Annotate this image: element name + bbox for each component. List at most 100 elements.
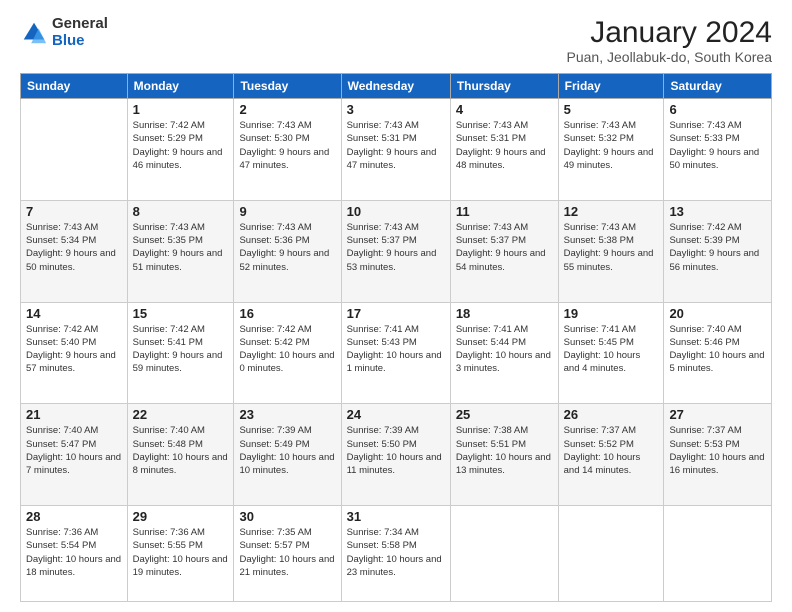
day-number: 25	[456, 407, 553, 422]
day-info: Sunrise: 7:41 AM Sunset: 5:45 PM Dayligh…	[564, 323, 659, 376]
logo: General Blue	[20, 16, 108, 49]
day-number: 15	[133, 306, 229, 321]
day-number: 22	[133, 407, 229, 422]
table-row: 21Sunrise: 7:40 AM Sunset: 5:47 PM Dayli…	[21, 404, 128, 506]
calendar: Sunday Monday Tuesday Wednesday Thursday…	[20, 73, 772, 602]
day-info: Sunrise: 7:43 AM Sunset: 5:33 PM Dayligh…	[669, 119, 766, 172]
day-info: Sunrise: 7:43 AM Sunset: 5:38 PM Dayligh…	[564, 221, 659, 274]
day-info: Sunrise: 7:43 AM Sunset: 5:31 PM Dayligh…	[347, 119, 445, 172]
day-number: 7	[26, 204, 122, 219]
day-number: 10	[347, 204, 445, 219]
table-row: 2Sunrise: 7:43 AM Sunset: 5:30 PM Daylig…	[234, 99, 341, 201]
main-title: January 2024	[567, 16, 772, 49]
table-row: 13 Sunrise: 7:42 AM Sunset: 5:39 PM Dayli…	[664, 200, 772, 302]
day-info: Sunrise: 7:36 AM Sunset: 5:54 PM Dayligh…	[26, 526, 122, 579]
table-row: 3 Sunrise: 7:43 AM Sunset: 5:31 PM Daylig…	[341, 99, 450, 201]
title-block: January 2024 Puan, Jeollabuk-do, South K…	[567, 16, 772, 65]
calendar-header: Sunday Monday Tuesday Wednesday Thursday…	[21, 74, 772, 99]
day-number: 9	[239, 204, 335, 219]
logo-general-text: General	[52, 16, 108, 33]
day-number: 8	[133, 204, 229, 219]
day-number: 20	[669, 306, 766, 321]
day-info: Sunrise: 7:42 AM Sunset: 5:29 PM Dayligh…	[133, 119, 229, 172]
day-info: Sunrise: 7:39 AM Sunset: 5:49 PM Dayligh…	[239, 424, 335, 477]
calendar-body: 1 Sunrise: 7:42 AM Sunset: 5:29 PM Daylig…	[21, 99, 772, 602]
table-row: 31 Sunrise: 7:34 AM Sunset: 5:58 PM Dayli…	[341, 506, 450, 602]
table-row: 10 Sunrise: 7:43 AM Sunset: 5:37 PM Dayli…	[341, 200, 450, 302]
day-info: Sunrise: 7:42 AM Sunset: 5:39 PM Dayligh…	[669, 221, 766, 274]
table-row: 18 Sunrise: 7:41 AM Sunset: 5:44 PM Dayli…	[450, 302, 558, 404]
table-row: 16Sunrise: 7:42 AM Sunset: 5:42 PM Dayli…	[234, 302, 341, 404]
day-number: 13	[669, 204, 766, 219]
table-row: 12 Sunrise: 7:43 AM Sunset: 5:38 PM Dayli…	[558, 200, 664, 302]
day-number: 3	[347, 102, 445, 117]
table-row: 6 Sunrise: 7:43 AM Sunset: 5:33 PM Daylig…	[664, 99, 772, 201]
day-info: Sunrise: 7:37 AM Sunset: 5:52 PM Dayligh…	[564, 424, 659, 477]
table-row: 1 Sunrise: 7:42 AM Sunset: 5:29 PM Daylig…	[127, 99, 234, 201]
table-row	[450, 506, 558, 602]
day-number: 31	[347, 509, 445, 524]
day-info: Sunrise: 7:41 AM Sunset: 5:44 PM Dayligh…	[456, 323, 553, 376]
table-row: 29Sunrise: 7:36 AM Sunset: 5:55 PM Dayli…	[127, 506, 234, 602]
table-row: 11 Sunrise: 7:43 AM Sunset: 5:37 PM Dayli…	[450, 200, 558, 302]
day-info: Sunrise: 7:43 AM Sunset: 5:37 PM Dayligh…	[347, 221, 445, 274]
day-number: 11	[456, 204, 553, 219]
table-row: 27 Sunrise: 7:37 AM Sunset: 5:53 PM Dayli…	[664, 404, 772, 506]
table-row: 25 Sunrise: 7:38 AM Sunset: 5:51 PM Dayli…	[450, 404, 558, 506]
day-info: Sunrise: 7:42 AM Sunset: 5:40 PM Dayligh…	[26, 323, 122, 376]
day-info: Sunrise: 7:43 AM Sunset: 5:31 PM Dayligh…	[456, 119, 553, 172]
subtitle: Puan, Jeollabuk-do, South Korea	[567, 49, 772, 65]
day-info: Sunrise: 7:43 AM Sunset: 5:36 PM Dayligh…	[239, 221, 335, 274]
day-info: Sunrise: 7:43 AM Sunset: 5:34 PM Dayligh…	[26, 221, 122, 274]
day-info: Sunrise: 7:40 AM Sunset: 5:47 PM Dayligh…	[26, 424, 122, 477]
table-row: 20 Sunrise: 7:40 AM Sunset: 5:46 PM Dayli…	[664, 302, 772, 404]
header: General Blue January 2024 Puan, Jeollabu…	[20, 16, 772, 65]
day-info: Sunrise: 7:40 AM Sunset: 5:48 PM Dayligh…	[133, 424, 229, 477]
day-info: Sunrise: 7:38 AM Sunset: 5:51 PM Dayligh…	[456, 424, 553, 477]
day-info: Sunrise: 7:34 AM Sunset: 5:58 PM Dayligh…	[347, 526, 445, 579]
day-info: Sunrise: 7:40 AM Sunset: 5:46 PM Dayligh…	[669, 323, 766, 376]
table-row: 15Sunrise: 7:42 AM Sunset: 5:41 PM Dayli…	[127, 302, 234, 404]
day-number: 14	[26, 306, 122, 321]
table-row: 7 Sunrise: 7:43 AM Sunset: 5:34 PM Daylig…	[21, 200, 128, 302]
table-row: 4 Sunrise: 7:43 AM Sunset: 5:31 PM Daylig…	[450, 99, 558, 201]
table-row	[21, 99, 128, 201]
table-row	[664, 506, 772, 602]
day-number: 6	[669, 102, 766, 117]
day-info: Sunrise: 7:39 AM Sunset: 5:50 PM Dayligh…	[347, 424, 445, 477]
logo-icon	[20, 19, 48, 47]
day-number: 27	[669, 407, 766, 422]
th-saturday: Saturday	[664, 74, 772, 99]
table-row	[558, 506, 664, 602]
weekday-header-row: Sunday Monday Tuesday Wednesday Thursday…	[21, 74, 772, 99]
day-number: 16	[239, 306, 335, 321]
table-row: 30 Sunrise: 7:35 AM Sunset: 5:57 PM Dayli…	[234, 506, 341, 602]
table-row: 22 Sunrise: 7:40 AM Sunset: 5:48 PM Dayli…	[127, 404, 234, 506]
table-row: 19Sunrise: 7:41 AM Sunset: 5:45 PM Dayli…	[558, 302, 664, 404]
day-info: Sunrise: 7:37 AM Sunset: 5:53 PM Dayligh…	[669, 424, 766, 477]
day-number: 18	[456, 306, 553, 321]
day-info: Sunrise: 7:35 AM Sunset: 5:57 PM Dayligh…	[239, 526, 335, 579]
day-info: Sunrise: 7:36 AM Sunset: 5:55 PM Dayligh…	[133, 526, 229, 579]
th-thursday: Thursday	[450, 74, 558, 99]
day-info: Sunrise: 7:43 AM Sunset: 5:37 PM Dayligh…	[456, 221, 553, 274]
day-info: Sunrise: 7:43 AM Sunset: 5:35 PM Dayligh…	[133, 221, 229, 274]
day-info: Sunrise: 7:41 AM Sunset: 5:43 PM Dayligh…	[347, 323, 445, 376]
day-number: 28	[26, 509, 122, 524]
day-number: 24	[347, 407, 445, 422]
logo-blue-text: Blue	[52, 33, 108, 50]
day-number: 12	[564, 204, 659, 219]
table-row: 17Sunrise: 7:41 AM Sunset: 5:43 PM Dayli…	[341, 302, 450, 404]
table-row: 23 Sunrise: 7:39 AM Sunset: 5:49 PM Dayli…	[234, 404, 341, 506]
table-row: 26Sunrise: 7:37 AM Sunset: 5:52 PM Dayli…	[558, 404, 664, 506]
th-wednesday: Wednesday	[341, 74, 450, 99]
table-row: 5Sunrise: 7:43 AM Sunset: 5:32 PM Daylig…	[558, 99, 664, 201]
th-sunday: Sunday	[21, 74, 128, 99]
day-number: 4	[456, 102, 553, 117]
day-info: Sunrise: 7:43 AM Sunset: 5:30 PM Dayligh…	[239, 119, 335, 172]
day-number: 23	[239, 407, 335, 422]
day-info: Sunrise: 7:43 AM Sunset: 5:32 PM Dayligh…	[564, 119, 659, 172]
day-number: 30	[239, 509, 335, 524]
day-number: 1	[133, 102, 229, 117]
logo-text: General Blue	[52, 16, 108, 49]
